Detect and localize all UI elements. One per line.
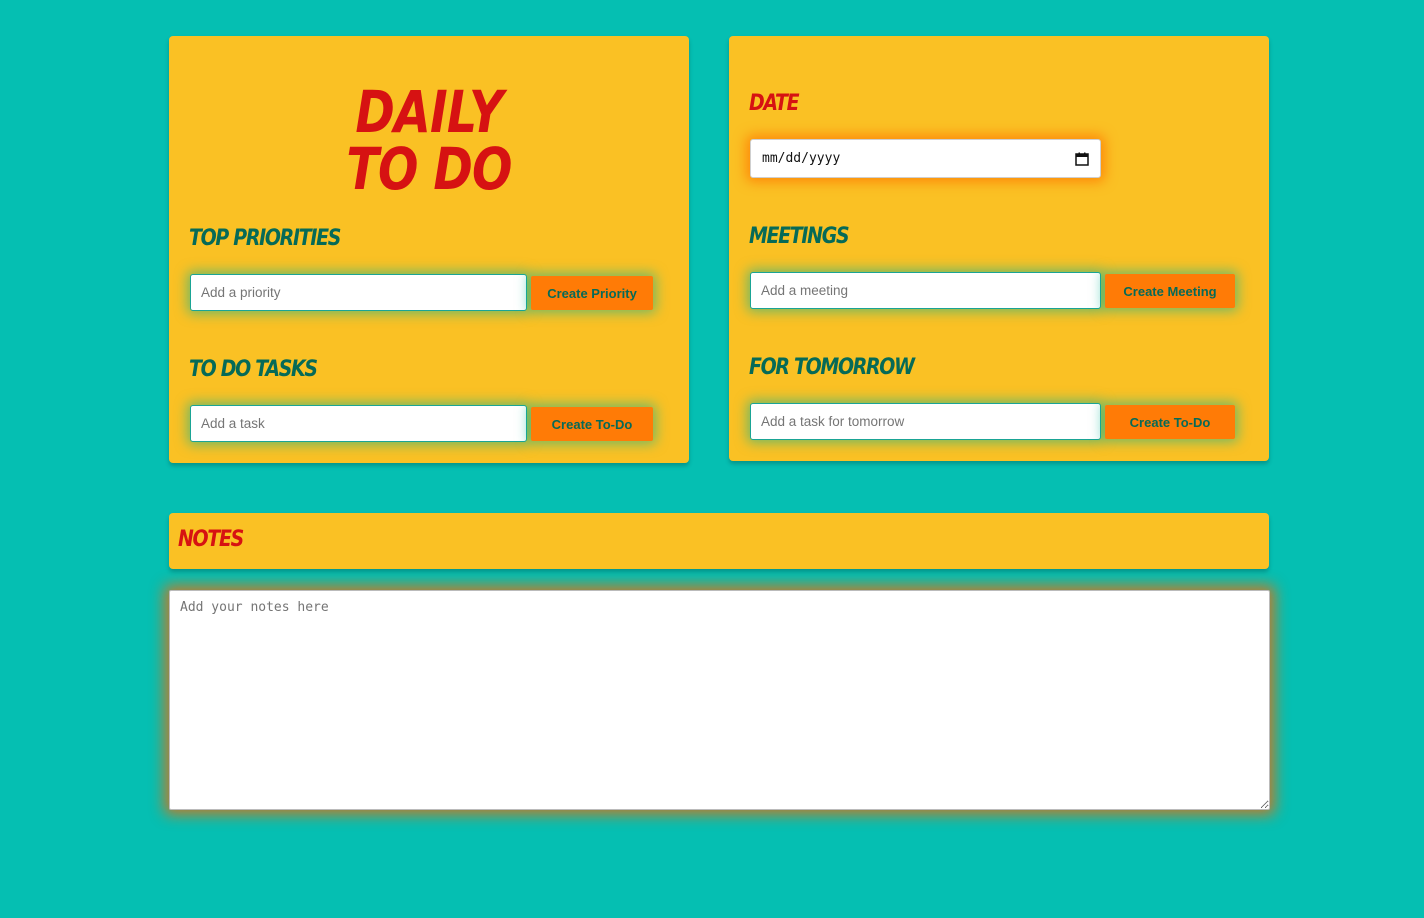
title-line-1: DAILY (355, 78, 503, 146)
create-priority-button[interactable]: Create Priority (531, 276, 653, 310)
notes-header: NOTES (169, 513, 1269, 569)
title-line-2: TO DO (346, 135, 512, 203)
top-priorities-heading: TOP PRIORITIES (189, 226, 341, 251)
meeting-input[interactable] (750, 272, 1101, 309)
notes-heading: NOTES (178, 527, 244, 552)
create-meeting-button[interactable]: Create Meeting (1105, 274, 1235, 308)
date-value: mm/dd/yyyy (762, 151, 841, 166)
calendar-icon[interactable] (1075, 152, 1089, 166)
create-tomorrow-todo-button[interactable]: Create To-Do (1105, 405, 1235, 439)
notes-textarea[interactable] (169, 590, 1270, 810)
priority-input[interactable] (190, 274, 527, 311)
task-input[interactable] (190, 405, 527, 442)
daily-todo-card: DAILY TO DO TOP PRIORITIES Create Priori… (169, 36, 689, 463)
for-tomorrow-heading: FOR TOMORROW (749, 355, 915, 380)
date-input[interactable]: mm/dd/yyyy (750, 139, 1101, 178)
create-todo-button[interactable]: Create To-Do (531, 407, 653, 441)
todo-tasks-heading: TO DO TASKS (189, 357, 318, 382)
tomorrow-task-input[interactable] (750, 403, 1101, 440)
page-title: DAILY TO DO (169, 78, 689, 203)
date-heading: DATE (749, 91, 800, 116)
schedule-card: DATE mm/dd/yyyy MEETINGS Create Meeting … (729, 36, 1269, 461)
meetings-heading: MEETINGS (749, 224, 850, 249)
